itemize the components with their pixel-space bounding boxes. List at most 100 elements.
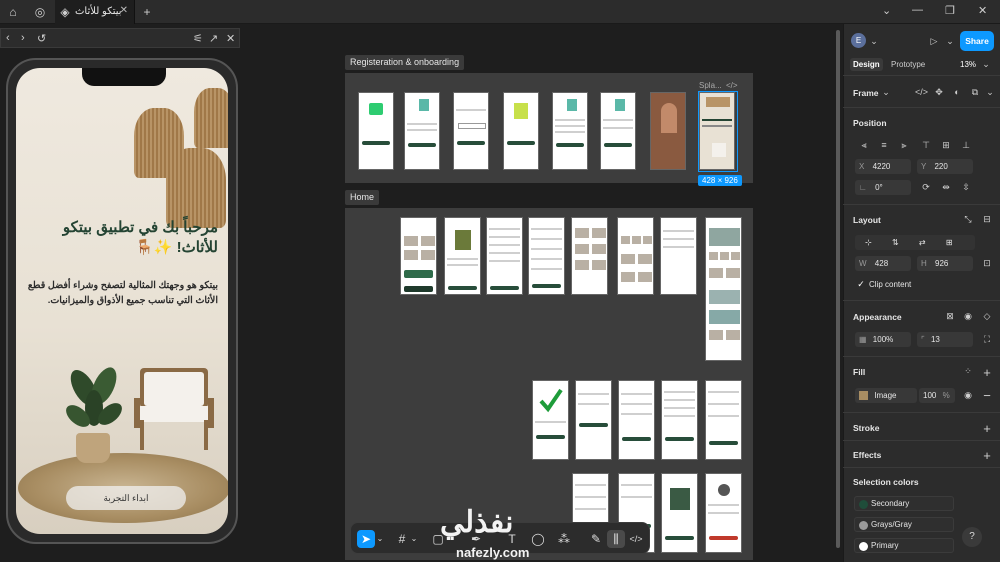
eye-icon[interactable]: ◉ xyxy=(962,390,974,401)
chevron-right-icon[interactable]: › xyxy=(21,32,25,44)
screen-thumbnail[interactable] xyxy=(528,217,565,295)
section-label-home[interactable]: Home xyxy=(345,190,380,205)
height-field[interactable]: H 926 xyxy=(917,256,973,271)
layout-mode-switcher[interactable]: ⊹ ⇅ ⇄ ⊞ xyxy=(855,235,975,250)
rotate-icon[interactable]: ⟳ xyxy=(920,182,932,193)
fill-type[interactable]: Image xyxy=(855,388,917,403)
screen-thumbnail[interactable] xyxy=(661,380,698,460)
frame-label-splash[interactable]: Spla... xyxy=(699,81,722,90)
align-left-icon[interactable]: ⫷ xyxy=(858,140,870,151)
settings-sliders-icon[interactable]: ⚟ xyxy=(193,32,203,45)
align-center-icon[interactable]: ≡ xyxy=(878,140,890,150)
screen-thumbnail[interactable] xyxy=(600,92,636,170)
present-icon[interactable]: ▷ xyxy=(928,36,940,47)
screen-thumbnail-success[interactable] xyxy=(532,380,569,460)
constrain-proportions-icon[interactable]: ⊡ xyxy=(981,258,993,269)
code-icon[interactable]: </> xyxy=(915,87,928,97)
selection-color-secondary[interactable]: Secondary xyxy=(854,496,954,511)
component-icon[interactable]: ✥ xyxy=(933,87,945,98)
rotation-field[interactable]: ∟ 0° xyxy=(855,180,911,195)
add-fill-icon[interactable]: + xyxy=(981,365,993,380)
style-icon[interactable]: ⊠ xyxy=(944,311,956,322)
screen-thumbnail[interactable] xyxy=(705,473,742,553)
resize-icon[interactable]: ⤡ xyxy=(962,214,974,225)
chevron-down-icon[interactable]: ⌄ xyxy=(409,530,419,548)
help-button[interactable]: ? xyxy=(962,527,982,547)
chevron-down-icon[interactable]: ⌄ xyxy=(980,59,992,70)
draw-tool-icon[interactable]: ✎ xyxy=(587,530,605,548)
screen-thumbnail[interactable] xyxy=(575,380,612,460)
open-external-icon[interactable]: ↗ xyxy=(209,32,218,45)
screen-thumbnail[interactable] xyxy=(358,92,394,170)
layout-horizontal-icon[interactable]: ⇄ xyxy=(919,238,926,247)
chevron-down-icon[interactable]: ⌄ xyxy=(882,4,891,17)
frame-section-label[interactable]: Frame xyxy=(853,88,879,98)
mask-icon[interactable]: ◐ xyxy=(951,87,963,97)
flip-vertical-icon[interactable]: ⇳ xyxy=(960,182,972,193)
boolean-icon[interactable]: ⧉ xyxy=(969,87,981,98)
chevron-left-icon[interactable]: ‹ xyxy=(6,32,10,44)
flip-horizontal-icon[interactable]: ⇹ xyxy=(940,182,952,193)
restore-button[interactable]: ❐ xyxy=(945,4,955,17)
screen-thumbnail[interactable] xyxy=(705,380,742,460)
selection-color-primary[interactable]: Primary xyxy=(854,538,954,553)
new-tab-button[interactable]: + xyxy=(139,4,155,20)
section-label-onboarding[interactable]: Registeration & onboarding xyxy=(345,55,465,70)
blend-icon[interactable]: ◇ xyxy=(981,311,993,322)
tab-prototype[interactable]: Prototype xyxy=(891,60,925,69)
tab-design[interactable]: Design xyxy=(850,58,883,71)
chevron-down-icon[interactable]: ⌄ xyxy=(375,530,385,548)
fill-opacity-field[interactable]: 100 % xyxy=(919,388,955,403)
chevron-down-icon[interactable]: ⌄ xyxy=(868,36,880,47)
layout-none-icon[interactable]: ⊹ xyxy=(865,238,872,247)
screen-thumbnail[interactable] xyxy=(571,217,608,295)
independent-corners-icon[interactable]: ⛶ xyxy=(981,334,993,345)
close-window-button[interactable]: ✕ xyxy=(978,4,987,17)
add-stroke-icon[interactable]: + xyxy=(981,421,993,436)
vertical-scrollbar[interactable] xyxy=(836,30,840,548)
avatar[interactable]: E xyxy=(851,33,866,48)
add-effect-icon[interactable]: + xyxy=(981,448,993,463)
layout-vertical-icon[interactable]: ⇅ xyxy=(892,238,899,247)
chevron-down-icon[interactable]: ⌄ xyxy=(944,36,956,47)
code-icon[interactable]: </> xyxy=(627,530,645,548)
section-onboarding[interactable] xyxy=(345,73,753,183)
move-tool-icon[interactable]: ➤ xyxy=(357,530,375,548)
style-grid-icon[interactable]: ⁘ xyxy=(962,366,974,377)
align-bottom-icon[interactable]: ⊥ xyxy=(960,140,972,151)
width-field[interactable]: W 428 xyxy=(855,256,911,271)
chevron-down-icon[interactable]: ⌄ xyxy=(880,87,892,98)
globe-icon[interactable]: ◎ xyxy=(32,4,48,20)
minimize-button[interactable]: — xyxy=(912,4,923,16)
screen-thumbnail[interactable] xyxy=(404,92,440,170)
tab-file[interactable]: ◈ بيتكو للأثاث ✕ xyxy=(55,0,135,24)
zoom-level[interactable]: 13% xyxy=(960,60,976,69)
screen-thumbnail[interactable] xyxy=(453,92,489,170)
y-field[interactable]: Y 220 xyxy=(917,159,973,174)
layout-grid-icon[interactable]: ⊞ xyxy=(946,238,953,247)
screen-thumbnail[interactable] xyxy=(444,217,481,295)
align-top-icon[interactable]: ⊤ xyxy=(920,140,932,151)
screen-thumbnail[interactable] xyxy=(503,92,539,170)
screen-thumbnail[interactable] xyxy=(650,92,686,170)
screen-thumbnail[interactable] xyxy=(661,473,698,553)
selection-color-gray[interactable]: Grays/Gray xyxy=(854,517,954,532)
home-icon[interactable]: ⌂ xyxy=(5,4,21,20)
dev-mode-icon[interactable]: ⫼ xyxy=(607,530,625,548)
start-button[interactable]: ابداء التجربة xyxy=(66,486,186,510)
auto-layout-icon[interactable]: ⊟ xyxy=(981,214,993,225)
screen-thumbnail[interactable] xyxy=(486,217,523,295)
close-tab-icon[interactable]: ✕ xyxy=(120,5,128,16)
opacity-field[interactable]: ▦ 100% xyxy=(855,332,911,347)
eye-icon[interactable]: ◉ xyxy=(962,311,974,322)
clip-content-checkbox[interactable]: ✓ xyxy=(855,279,867,290)
align-middle-icon[interactable]: ⊞ xyxy=(940,140,952,151)
screen-thumbnail[interactable] xyxy=(617,217,654,295)
chevron-down-icon[interactable]: ⌄ xyxy=(984,87,996,98)
screen-thumbnail[interactable] xyxy=(618,380,655,460)
x-field[interactable]: X 4220 xyxy=(855,159,911,174)
close-preview-icon[interactable]: ✕ xyxy=(226,32,235,45)
reload-icon[interactable]: ↺ xyxy=(37,32,46,45)
screen-thumbnail[interactable] xyxy=(400,217,437,295)
screen-thumbnail[interactable] xyxy=(705,217,742,361)
